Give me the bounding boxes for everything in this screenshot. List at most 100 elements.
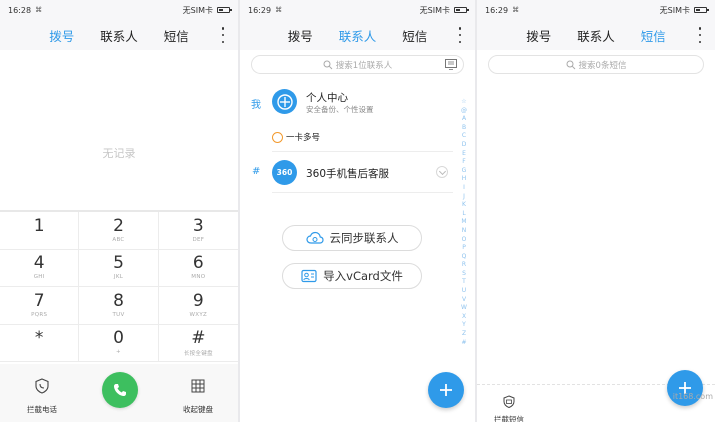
more-menu-icon[interactable] (458, 27, 462, 43)
alphabet-index-item[interactable]: # (459, 339, 469, 348)
alphabet-index-item[interactable]: L (459, 210, 469, 219)
block-calls-button[interactable]: 拦截电话 (12, 378, 72, 416)
multi-number-item[interactable]: 一卡多号 (272, 130, 320, 144)
multi-number-label: 一卡多号 (286, 133, 321, 143)
tab-contacts[interactable]: 联系人 (339, 26, 377, 45)
tab-contacts[interactable]: 联系人 (100, 26, 138, 45)
alphabet-index-item[interactable]: O (459, 236, 469, 245)
notification-icon: ⌘ (275, 6, 283, 14)
add-contact-button[interactable] (428, 372, 464, 408)
alphabet-index-item[interactable]: E (459, 150, 469, 159)
phone-icon (114, 384, 126, 396)
battery-icon (217, 7, 232, 13)
key-6[interactable]: 6 MNO (158, 250, 238, 287)
alphabet-index-item[interactable]: G (459, 167, 469, 176)
key-4[interactable]: 4 GHI (0, 249, 80, 287)
alphabet-index-item[interactable]: J (459, 193, 469, 202)
sms-search-input[interactable]: 搜索0条短信 (488, 55, 704, 74)
alphabet-index-item[interactable]: P (459, 244, 469, 253)
status-bar: 16:29 ⌘ 无SIM卡 (240, 0, 475, 20)
call-button[interactable] (102, 372, 138, 408)
collapse-keypad-button[interactable]: 收起键盘 (168, 378, 228, 416)
notification-icon: ⌘ (512, 6, 520, 14)
tab-bar: 拨号 联系人 短信 (0, 20, 238, 50)
section-letter-me: 我 (251, 100, 261, 111)
import-vcard-button[interactable]: 导入vCard文件 (282, 263, 422, 289)
more-menu-icon[interactable] (698, 27, 702, 43)
alphabet-index-item[interactable]: T (459, 278, 469, 287)
business-card-icon[interactable] (445, 59, 457, 70)
list-divider (272, 151, 453, 152)
contact-card-icon (301, 269, 317, 283)
alphabet-index-item[interactable]: C (459, 132, 469, 141)
key-9[interactable]: 9 WXYZ (158, 287, 238, 325)
list-divider (272, 192, 453, 193)
key-1[interactable]: 1 (0, 212, 80, 250)
contacts-screen: 16:29 ⌘ 无SIM卡 拨号 联系人 短信 搜索1位联系人 我 个人中心 安… (240, 0, 475, 422)
search-placeholder: 搜索1位联系人 (335, 60, 393, 71)
alphabet-index-item[interactable]: Q (459, 253, 469, 262)
tab-sms[interactable]: 短信 (402, 26, 427, 45)
personal-center-name[interactable]: 个人中心 (306, 90, 348, 105)
watermark-text: it168.com (672, 392, 713, 401)
block-calls-label: 拦截电话 (27, 405, 57, 414)
key-3[interactable]: 3 DEF (158, 212, 238, 250)
tab-dial[interactable]: 拨号 (288, 26, 313, 45)
sim-status: 无SIM卡 (419, 5, 450, 15)
keypad-grid-icon (191, 379, 205, 393)
tab-sms[interactable]: 短信 (641, 26, 666, 45)
status-time: 16:29 (485, 5, 509, 15)
alphabet-index-item[interactable]: W (459, 304, 469, 313)
tab-contacts[interactable]: 联系人 (577, 26, 615, 45)
alphabet-index-item[interactable]: S (459, 270, 469, 279)
alphabet-index-item[interactable]: X (459, 313, 469, 322)
dial-keypad: 1 2 ABC 3 DEF 4 GHI 5 JKL 6 MNO 7 PQRS 8 TUV 9W… (0, 210, 238, 362)
personal-center-avatar (272, 89, 297, 114)
key-8[interactable]: 8 TUV (79, 287, 159, 325)
collapse-keypad-label: 收起键盘 (183, 405, 213, 414)
alphabet-index-item[interactable]: N (459, 227, 469, 236)
cloud-icon (305, 231, 324, 244)
key-7[interactable]: 7 PQRS (0, 287, 80, 325)
shield-phone-icon (35, 378, 49, 394)
block-sms-button[interactable]: 拦截短信 (491, 393, 527, 422)
key-hash[interactable]: # 长按全键盘 (158, 325, 238, 362)
alphabet-index-item[interactable]: U (459, 287, 469, 296)
dialer-action-bar: 拦截电话 收起键盘 (0, 364, 238, 422)
contacts-search-input[interactable]: 搜索1位联系人 (251, 55, 464, 74)
alphabet-index-item[interactable]: Z (459, 330, 469, 339)
alphabet-index-item[interactable]: @ (459, 107, 469, 116)
profile-icon (276, 93, 293, 110)
service-contact-name[interactable]: 360手机售后客服 (306, 166, 389, 181)
cloud-sync-contacts-button[interactable]: 云同步联系人 (282, 225, 422, 251)
tab-dial[interactable]: 拨号 (526, 26, 551, 45)
more-menu-icon[interactable] (221, 27, 225, 43)
alphabet-index-item[interactable]: A (459, 115, 469, 124)
alphabet-index-item[interactable]: B (459, 124, 469, 133)
key-5[interactable]: 5 JKL (79, 249, 159, 287)
service-contact-avatar: 360 (272, 160, 297, 185)
tab-dial[interactable]: 拨号 (49, 26, 74, 45)
alphabet-index-item[interactable]: V (459, 296, 469, 305)
search-placeholder: 搜索0条短信 (578, 60, 627, 71)
avatar-360-logo: 360 (276, 168, 293, 177)
alphabet-index-item[interactable]: D (459, 141, 469, 150)
alphabet-index-item[interactable]: R (459, 261, 469, 270)
notification-icon: ⌘ (35, 6, 43, 14)
alphabet-index-bar[interactable]: ☆ @ A B C D E F G H I J K L M N O P Q R S T U V W X Y Z # (459, 98, 469, 347)
empty-call-log: 无记录 (102, 147, 136, 160)
chevron-down-icon[interactable] (436, 166, 448, 178)
tab-sms[interactable]: 短信 (164, 26, 189, 45)
alphabet-index-item[interactable]: Y (459, 321, 469, 330)
alphabet-index-item[interactable]: M (459, 218, 469, 227)
key-0[interactable]: 0 + (79, 324, 159, 362)
key-2[interactable]: 2 ABC (79, 212, 159, 250)
key-star[interactable]: * (0, 324, 80, 362)
battery-icon (694, 7, 709, 13)
alphabet-index-item[interactable]: ☆ (459, 98, 469, 107)
alphabet-index-item[interactable]: K (459, 201, 469, 210)
alphabet-index-item[interactable]: H (459, 175, 469, 184)
cloud-sync-label: 云同步联系人 (329, 231, 399, 245)
alphabet-index-item[interactable]: I (459, 184, 469, 193)
alphabet-index-item[interactable]: F (459, 158, 469, 167)
